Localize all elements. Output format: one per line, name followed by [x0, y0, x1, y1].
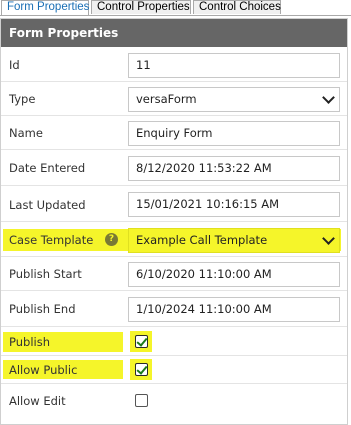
row-date-entered: Date Entered 8/12/2020 11:53:22 AM [1, 150, 347, 186]
allow-public-checkbox[interactable] [135, 363, 148, 376]
tab-control-choices[interactable]: Control Choices [193, 0, 281, 14]
date-entered-field[interactable]: 8/12/2020 11:53:22 AM [128, 156, 340, 181]
row-type: Type versaForm [1, 82, 347, 116]
tab-control-properties[interactable]: Control Properties [91, 0, 191, 14]
row-name: Name Enquiry Form [1, 116, 347, 150]
tab-bar: Form Properties Control Properties Contr… [0, 0, 351, 16]
date-entered-label: Date Entered [9, 161, 86, 175]
publish-checkbox[interactable] [135, 335, 148, 348]
panel-title: Form Properties [1, 19, 347, 47]
row-publish-end: Publish End 1/10/2024 11:10:00 AM [1, 291, 347, 327]
row-allow-edit: Allow Edit [1, 384, 347, 424]
tab-form-properties[interactable]: Form Properties [1, 0, 89, 15]
row-allow-public: Allow Public [1, 356, 347, 384]
row-case-template: Case Template ? Example Call Template [1, 222, 347, 257]
allow-edit-label: Allow Edit [9, 394, 66, 408]
form-properties-panel: Form Properties Id 11 Type versaForm Nam… [0, 18, 348, 425]
case-template-select[interactable]: Example Call Template [128, 228, 340, 253]
publish-start-field[interactable]: 6/10/2020 11:10:00 AM [128, 262, 340, 287]
publish-end-field[interactable]: 1/10/2024 11:10:00 AM [128, 297, 340, 322]
row-publish-start: Publish Start 6/10/2020 11:10:00 AM [1, 257, 347, 291]
type-select[interactable]: versaForm [128, 87, 340, 112]
last-updated-label: Last Updated [9, 198, 86, 212]
row-id: Id 11 [1, 48, 347, 82]
allow-edit-checkbox[interactable] [135, 394, 148, 407]
chevron-down-icon [322, 91, 335, 104]
id-field[interactable]: 11 [128, 53, 340, 78]
case-template-select-value: Example Call Template [136, 233, 268, 247]
publish-label: Publish [9, 335, 50, 349]
name-field[interactable]: Enquiry Form [128, 121, 340, 146]
publish-start-label: Publish Start [9, 267, 82, 281]
last-updated-field[interactable]: 15/01/2021 10:16:15 AM [128, 192, 340, 217]
type-select-value: versaForm [136, 92, 197, 106]
row-publish: Publish [1, 327, 347, 356]
publish-end-label: Publish End [9, 302, 76, 316]
name-label: Name [9, 126, 43, 140]
allow-public-label: Allow Public [9, 363, 78, 377]
type-label: Type [9, 92, 36, 106]
help-icon[interactable]: ? [105, 233, 118, 246]
check-icon [136, 335, 148, 347]
chevron-down-icon [322, 232, 335, 245]
row-last-updated: Last Updated 15/01/2021 10:16:15 AM [1, 186, 347, 222]
check-icon [136, 363, 148, 375]
id-label: Id [9, 58, 20, 72]
case-template-label: Case Template [9, 233, 94, 247]
